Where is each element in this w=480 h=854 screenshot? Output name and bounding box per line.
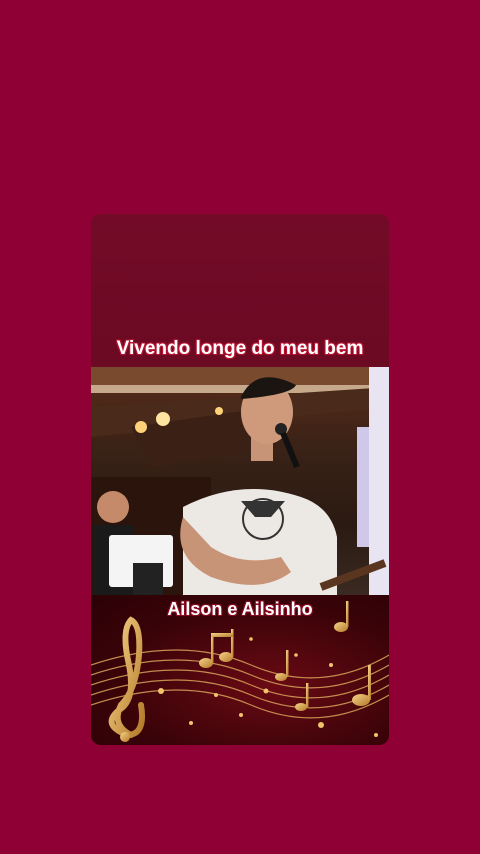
artist-name: Ailson e Ailsinho: [167, 599, 313, 619]
video-card[interactable]: Vivendo longe do meu bem Ailson e Ailsin…: [91, 214, 389, 745]
performance-photo: [91, 367, 389, 595]
singer-illustration: [91, 367, 389, 595]
song-title: Vivendo longe do meu bem: [116, 338, 364, 359]
treble-clef-icon: [108, 616, 145, 742]
